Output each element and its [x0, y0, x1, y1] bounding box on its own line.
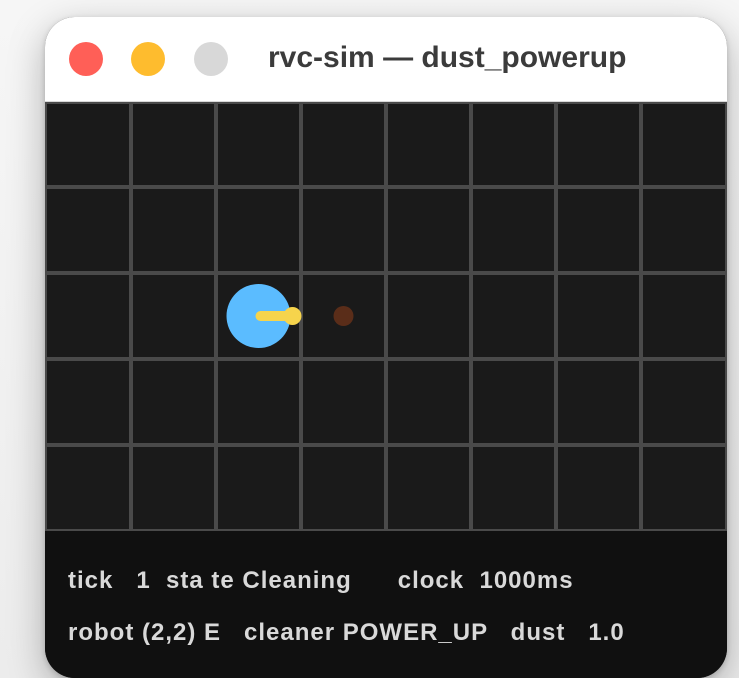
simulator-window: rvc-sim — dust_powerup tick 1 sta te Cle…	[45, 17, 727, 678]
robot-heading-tip	[283, 307, 302, 325]
title-bar[interactable]: rvc-sim — dust_powerup	[45, 17, 727, 102]
dust-particle[interactable]	[333, 306, 354, 326]
desktop: rvc-sim — dust_powerup tick 1 sta te Cle…	[0, 0, 739, 678]
grid-canvas	[45, 102, 727, 531]
hud-status-line: tick 1 sta te Cleaning clock 1000ms	[68, 567, 574, 594]
close-button[interactable]	[69, 42, 103, 76]
simulation-grid[interactable]	[45, 102, 727, 531]
zoom-button[interactable]	[194, 42, 228, 76]
window-title: rvc-sim — dust_powerup	[268, 41, 627, 74]
status-hud: tick 1 sta te Cleaning clock 1000ms robo…	[45, 531, 727, 678]
hud-robot-line: robot (2,2) E cleaner POWER_UP dust 1.0	[68, 619, 625, 646]
minimize-button[interactable]	[131, 42, 165, 76]
